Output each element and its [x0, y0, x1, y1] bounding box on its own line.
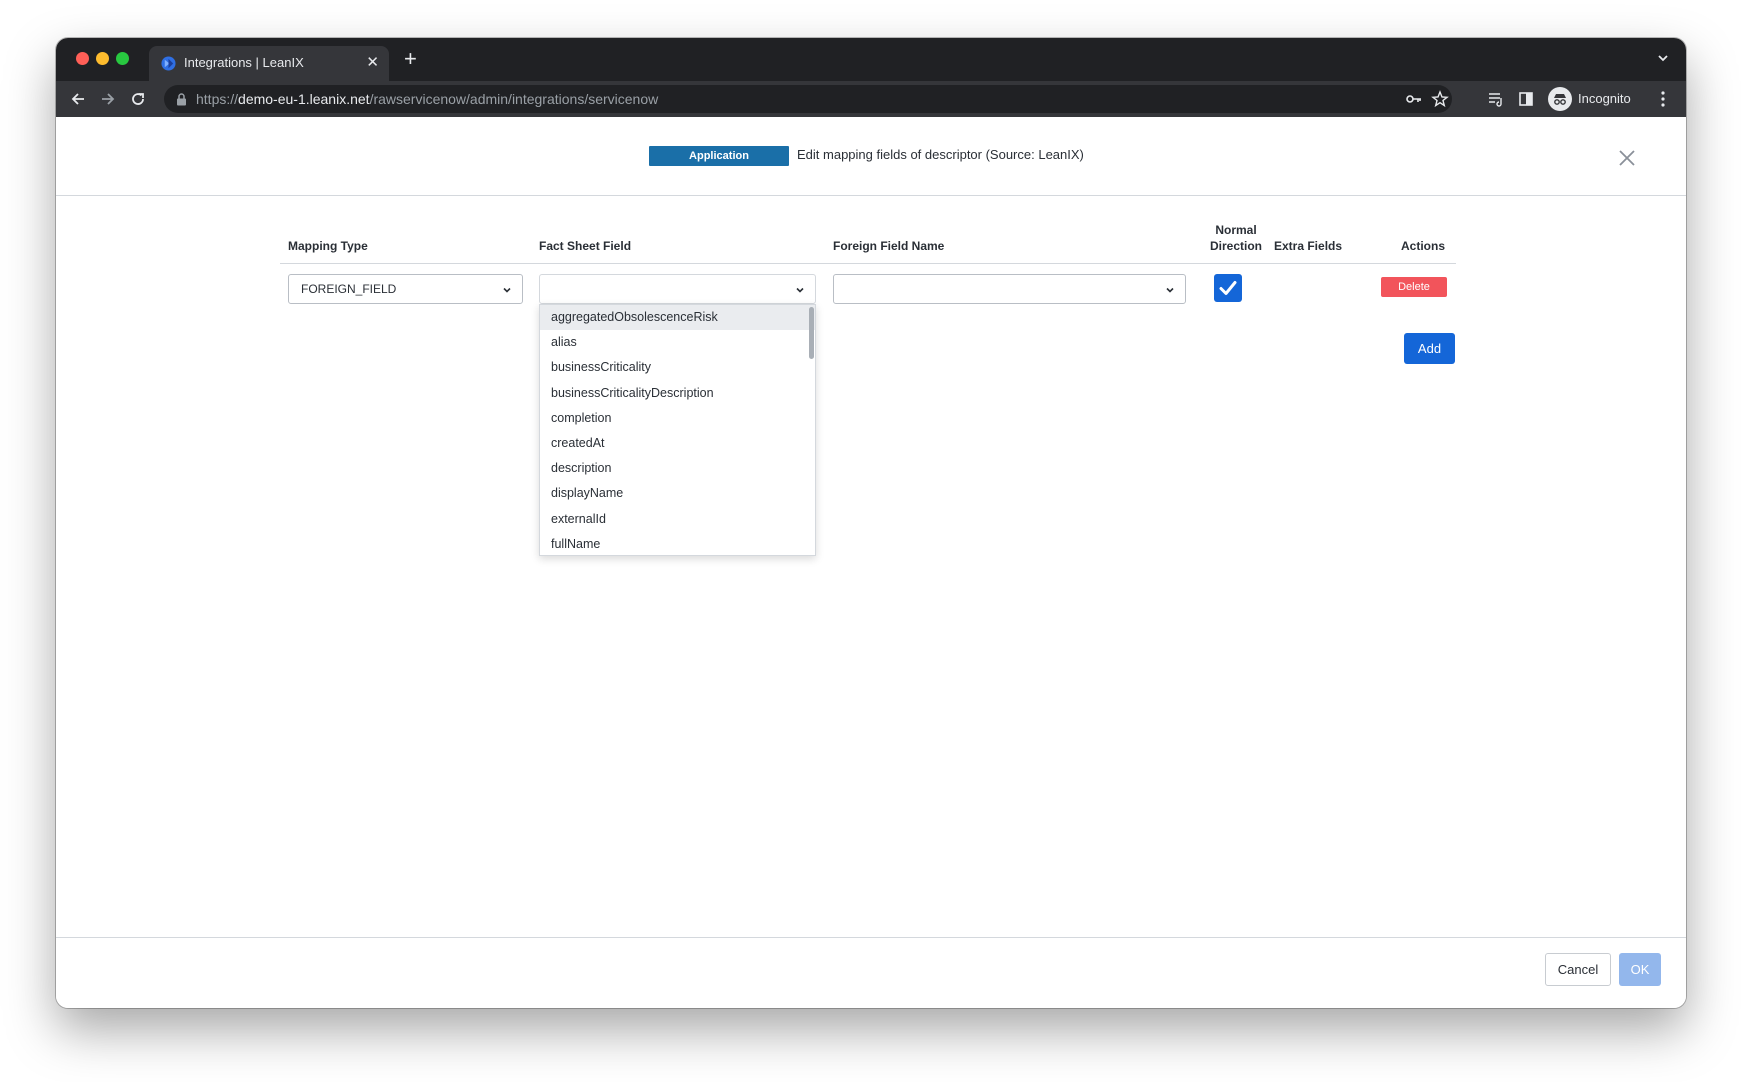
dropdown-scrollbar[interactable]	[809, 307, 814, 359]
column-header-foreign-field-name: Foreign Field Name	[833, 239, 945, 253]
dropdown-option-list: aggregatedObsolescenceRisk alias businessC…	[540, 305, 815, 555]
dropdown-option[interactable]: fullName	[540, 532, 815, 555]
browser-tab[interactable]: Integrations | LeanIX ✕	[149, 46, 389, 81]
url-path: /rawservicenow/admin/integrations/servic…	[369, 91, 659, 107]
new-tab-icon[interactable]: +	[404, 48, 417, 70]
chevron-down-icon	[503, 287, 511, 293]
dialog-title: Edit mapping fields of descriptor (Sourc…	[797, 147, 1084, 162]
browser-toolbar: https://demo-eu-1.leanix.net/rawservicen…	[56, 81, 1686, 117]
leanix-favicon-icon	[161, 56, 176, 71]
key-icon[interactable]	[1404, 89, 1424, 109]
url-text: https://demo-eu-1.leanix.net/rawservicen…	[196, 91, 658, 107]
tab-search-chevron-icon[interactable]	[1656, 51, 1670, 65]
fact-sheet-field-dropdown[interactable]: aggregatedObsolescenceRisk alias businessC…	[539, 304, 816, 556]
mapping-dialog: Application Edit mapping fields of descr…	[56, 117, 1686, 1008]
delete-button[interactable]: Delete	[1381, 277, 1447, 297]
dialog-footer: Cancel OK	[56, 937, 1686, 1008]
dropdown-option[interactable]: businessCriticality	[540, 355, 815, 380]
column-header-normal-direction-line1: Normal	[1215, 223, 1257, 237]
cancel-button[interactable]: Cancel	[1545, 953, 1611, 986]
dropdown-option[interactable]: alias	[540, 330, 815, 355]
lock-icon[interactable]	[176, 93, 187, 106]
column-header-actions: Actions	[1401, 239, 1446, 253]
mapping-type-select[interactable]: FOREIGN_FIELD	[288, 274, 523, 304]
window-zoom-control[interactable]	[116, 52, 129, 65]
column-header-fact-sheet-field: Fact Sheet Field	[539, 239, 632, 253]
dropdown-option[interactable]: externalId	[540, 507, 815, 532]
dialog-header: Application Edit mapping fields of descr…	[56, 117, 1686, 196]
tab-close-icon[interactable]: ✕	[366, 54, 379, 71]
forward-arrow-icon[interactable]	[98, 89, 118, 109]
browser-menu-icon[interactable]	[1660, 89, 1666, 109]
ok-button[interactable]: OK	[1619, 953, 1661, 986]
incognito-label: Incognito	[1578, 91, 1631, 106]
dropdown-option[interactable]: createdAt	[540, 431, 815, 456]
url-host: demo-eu-1.leanix.net	[238, 91, 370, 107]
tab-title: Integrations | LeanIX	[184, 55, 304, 70]
add-button[interactable]: Add	[1404, 333, 1455, 364]
tab-strip: Integrations | LeanIX ✕ +	[56, 38, 1686, 81]
foreign-field-name-select[interactable]	[833, 274, 1186, 304]
dropdown-option[interactable]: businessCriticalityDescription	[540, 381, 815, 406]
column-header-mapping-type: Mapping Type	[288, 239, 368, 253]
dropdown-option[interactable]: displayName	[540, 481, 815, 506]
window-close-control[interactable]	[76, 52, 89, 65]
dropdown-option[interactable]: aggregatedObsolescenceRisk	[540, 305, 815, 331]
chevron-down-icon	[796, 287, 804, 293]
dropdown-option[interactable]: completion	[540, 406, 815, 431]
mapping-type-value: FOREIGN_FIELD	[301, 282, 397, 296]
side-panel-icon[interactable]	[1516, 89, 1536, 109]
bookmark-star-icon[interactable]	[1430, 89, 1450, 109]
browser-window: Integrations | LeanIX ✕ + https://demo-e…	[56, 38, 1686, 1008]
url-scheme: https://	[196, 91, 239, 107]
address-bar[interactable]: https://demo-eu-1.leanix.net/rawservicen…	[164, 85, 1452, 113]
column-header-extra-fields: Extra Fields	[1274, 239, 1343, 253]
chevron-down-icon	[1166, 287, 1174, 293]
checkmark-icon	[1219, 281, 1237, 295]
dropdown-option[interactable]: description	[540, 456, 815, 481]
header-divider	[280, 263, 1456, 264]
reading-list-icon[interactable]	[1486, 89, 1506, 109]
back-arrow-icon[interactable]	[68, 89, 88, 109]
column-header-normal-direction-line2: Direction	[1209, 239, 1262, 253]
incognito-icon	[1548, 87, 1572, 111]
fact-sheet-type-badge: Application	[649, 146, 789, 166]
reload-icon[interactable]	[128, 89, 148, 109]
window-minimize-control[interactable]	[96, 52, 109, 65]
incognito-profile-button[interactable]: Incognito	[1548, 85, 1640, 113]
fact-sheet-field-select[interactable]	[539, 274, 816, 304]
normal-direction-checkbox[interactable]	[1214, 274, 1242, 302]
close-icon[interactable]	[1616, 147, 1638, 169]
